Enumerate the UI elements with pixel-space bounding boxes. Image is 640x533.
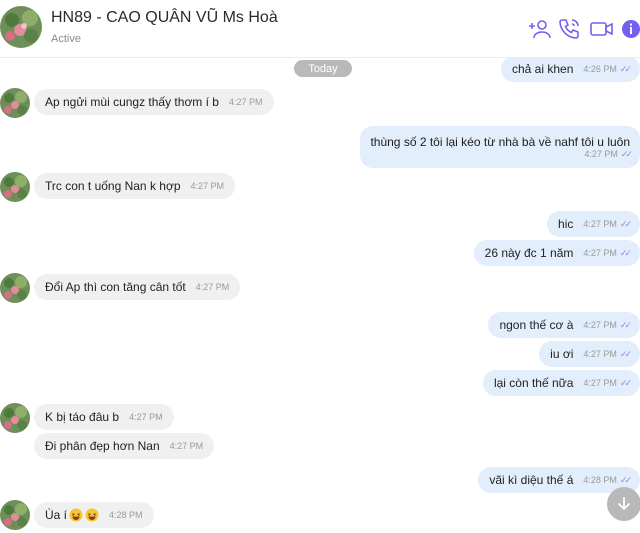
- message-bubble-incoming[interactable]: Ùa í 4:28 PM: [34, 502, 154, 528]
- message-time: 4:27 PM: [583, 248, 617, 258]
- message-text: Đổi Ap thì con tăng cân tốt: [45, 280, 186, 294]
- info-icon[interactable]: [622, 17, 640, 41]
- message-time: 4:27 PM: [195, 282, 230, 292]
- message-text: Ap ngửi mùi cungz thấy thơm í b: [45, 95, 219, 109]
- sender-avatar[interactable]: [0, 172, 30, 202]
- read-ticks-icon: ✓✓: [619, 377, 632, 388]
- message-time: 4:28 PM: [583, 475, 617, 485]
- message-time: 4:28 PM: [109, 510, 143, 520]
- message-bubble-incoming[interactable]: K bị táo đâu b 4:27 PM: [34, 404, 174, 430]
- message-bubble-incoming[interactable]: Trc con t uống Nan k hợp 4:27 PM: [34, 173, 236, 199]
- read-ticks-icon: ✓✓: [620, 148, 633, 159]
- message-time: 4:27 PM: [190, 181, 225, 191]
- message-text: lại còn thế nữa: [493, 376, 574, 390]
- message-bubble-outgoing[interactable]: 26 này đc 1 năm 4:27 PM ✓✓: [473, 240, 640, 266]
- message-time: 4:27 PM: [584, 149, 618, 159]
- video-call-icon[interactable]: [589, 17, 615, 41]
- contact-avatar[interactable]: [0, 6, 42, 48]
- message-bubble-outgoing[interactable]: ngon thế cơ à 4:27 PM ✓✓: [488, 312, 640, 338]
- chat-header: HN89 - CAO QUÂN VŨ Ms Hoà Active: [0, 0, 640, 58]
- read-ticks-icon: ✓✓: [619, 247, 632, 258]
- message-time: 4:27 PM: [129, 412, 163, 422]
- message-bubble-incoming[interactable]: Đi phân đẹp hơn Nan 4:27 PM: [34, 433, 215, 459]
- date-divider: Today: [294, 60, 352, 77]
- read-ticks-icon: ✓✓: [619, 63, 632, 74]
- read-ticks-icon: ✓✓: [619, 319, 632, 330]
- message-text: 26 này đc 1 năm: [484, 246, 574, 260]
- message-bubble-outgoing[interactable]: thùng số 2 tôi lại kéo từ nhà bà về nahf…: [360, 126, 640, 168]
- message-text: Trc con t uống Nan k hợp: [45, 179, 181, 193]
- message-time: 4:27 PM: [169, 441, 204, 451]
- message-time: 4:27 PM: [583, 219, 617, 229]
- scroll-to-bottom-button[interactable]: [607, 487, 640, 521]
- message-time: 4:27 PM: [583, 349, 617, 359]
- message-text: iu ơi: [550, 347, 574, 361]
- message-bubble-incoming[interactable]: Ap ngửi mùi cungz thấy thơm í b 4:27 PM: [34, 89, 274, 115]
- message-text: Đi phân đẹp hơn Nan: [45, 439, 160, 453]
- message-text: Ùa í: [45, 508, 68, 522]
- laughing-face-icon: [85, 508, 99, 522]
- message-bubble-outgoing[interactable]: hic 4:27 PM ✓✓: [547, 211, 640, 237]
- message-text: chả ai khen: [511, 62, 574, 76]
- read-ticks-icon: ✓✓: [619, 218, 632, 229]
- arrow-down-icon: [618, 497, 630, 510]
- message-text: ngon thế cơ à: [499, 318, 574, 332]
- message-time: 4:27 PM: [228, 97, 263, 107]
- message-list[interactable]: chả ai khen 4:26 PM ✓✓ Ap ngửi mùi cungz…: [0, 58, 640, 533]
- read-ticks-icon: ✓✓: [619, 348, 632, 359]
- add-participant-icon[interactable]: [528, 17, 552, 41]
- message-time: 4:27 PM: [583, 378, 617, 388]
- message-bubble-outgoing[interactable]: iu ơi 4:27 PM ✓✓: [539, 341, 640, 367]
- message-text: vãi kì diệu thế á: [489, 473, 574, 487]
- contact-name: HN89 - CAO QUÂN VŨ Ms Hoà: [51, 9, 278, 26]
- read-ticks-icon: ✓✓: [619, 474, 632, 485]
- message-time: 4:27 PM: [583, 320, 617, 330]
- sender-avatar[interactable]: [0, 273, 30, 303]
- laughing-face-icon: [69, 508, 83, 522]
- message-text: K bị táo đâu b: [45, 410, 120, 424]
- sender-avatar[interactable]: [0, 403, 30, 433]
- sender-avatar[interactable]: [0, 500, 30, 530]
- message-bubble-incoming[interactable]: Đổi Ap thì con tăng cân tốt 4:27 PM: [34, 274, 241, 300]
- message-bubble-outgoing[interactable]: lại còn thế nữa 4:27 PM ✓✓: [482, 370, 640, 396]
- voice-call-icon[interactable]: [557, 17, 581, 41]
- message-text: thùng số 2 tôi lại kéo từ nhà bà về nahf…: [370, 134, 630, 149]
- message-bubble-outgoing[interactable]: chả ai khen 4:26 PM ✓✓: [500, 58, 640, 82]
- message-time: 4:26 PM: [583, 64, 617, 74]
- sender-avatar[interactable]: [0, 88, 30, 118]
- contact-status: Active: [51, 33, 81, 45]
- message-meta: 4:27 PM ✓✓: [574, 148, 633, 160]
- message-text: hic: [558, 217, 574, 231]
